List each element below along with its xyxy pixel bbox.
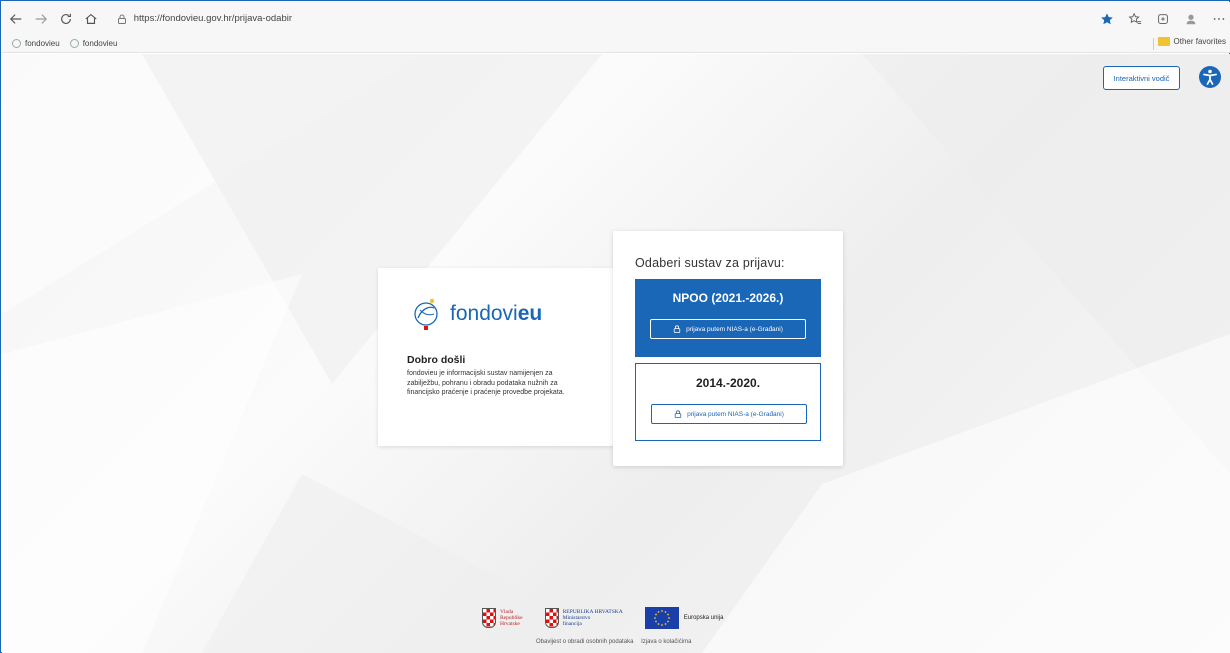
favorite-star-icon[interactable] (1096, 8, 1118, 30)
coat-of-arms-icon (544, 608, 559, 628)
globe-icon (69, 39, 79, 48)
browser-window: https://fondovieu.gov.hr/prijava-odabir … (0, 0, 1230, 653)
refresh-icon[interactable] (55, 8, 77, 30)
browser-toolbar: https://fondovieu.gov.hr/prijava-odabir (2, 2, 1230, 35)
interactive-guide-button[interactable]: Interaktivni vodič (1103, 66, 1180, 90)
profile-icon[interactable] (1180, 8, 1202, 30)
bookmarks-bar: fondovieu fondovieu Other favorites (2, 35, 1230, 53)
government-logo: Vlada Republike Hrvatske (482, 608, 523, 628)
bookmark-item[interactable]: fondovieu (69, 39, 117, 48)
collections-icon[interactable] (1152, 8, 1174, 30)
system-card-npoo: NPOO (2021.-2026.) prijava putem NIAS-a … (635, 279, 821, 357)
login-title: Odaberi sustav za prijavu: (635, 256, 785, 270)
more-menu-icon[interactable] (1208, 8, 1230, 30)
system-title: 2014.-2020. (695, 376, 761, 390)
welcome-title: Dobro došli (407, 354, 466, 366)
welcome-description: fondovieu je informacijski sustav namije… (407, 370, 565, 397)
fondovieu-logo: fondovieu (412, 296, 542, 332)
login-card: Odaberi sustav za prijavu: NPOO (2021.-2… (613, 231, 843, 466)
system-title: NPOO (2021.-2026.) (672, 291, 784, 305)
globe-icon (12, 39, 21, 48)
lock-icon (117, 14, 126, 24)
ministry-of-finance-logo: REPUBLIKA HRVATSKA Ministarstvo financij… (544, 608, 623, 628)
page-content: Interaktivni vodič fondovieu Dobro došli… (2, 54, 1230, 653)
address-bar[interactable]: https://fondovieu.gov.hr/prijava-odabir (110, 8, 1062, 30)
url-text: https://fondovieu.gov.hr/prijava-odabir (133, 13, 292, 24)
home-icon[interactable] (80, 8, 102, 30)
eu-logo: Europska unija (644, 607, 723, 629)
coat-of-arms-icon (482, 608, 496, 628)
lock-icon (674, 410, 682, 418)
nias-login-button[interactable]: prijava putem NIAS-a (e-Građani) (651, 404, 807, 424)
forward-arrow-icon[interactable] (30, 8, 52, 30)
back-arrow-icon[interactable] (5, 8, 27, 30)
other-favorites-folder[interactable]: Other favorites (1157, 37, 1226, 46)
nias-login-button[interactable]: prijava putem NIAS-a (e-Građani) (650, 319, 806, 339)
privacy-notice-link[interactable]: Obavijest o obradi osobnih podataka (536, 639, 633, 645)
bookmark-divider (1153, 38, 1154, 50)
welcome-card: fondovieu Dobro došli fondovieu je infor… (378, 268, 618, 446)
fondovieu-logo-icon (414, 298, 438, 330)
bookmark-item[interactable]: fondovieu (12, 39, 60, 48)
cookie-statement-link[interactable]: Izjava o kolačićima (641, 639, 691, 645)
eu-flag-icon (644, 607, 679, 629)
footer-links: Obavijest o obradi osobnih podataka Izja… (536, 639, 697, 645)
favorites-list-icon[interactable] (1124, 8, 1146, 30)
system-card-2014-2020: 2014.-2020. prijava putem NIAS-a (e-Građ… (635, 363, 821, 441)
footer-logos: Vlada Republike Hrvatske REPUBLIKA HRVAT… (482, 607, 745, 629)
folder-icon (1157, 37, 1170, 46)
accessibility-button[interactable] (1199, 66, 1221, 88)
accessibility-icon (1203, 69, 1217, 85)
lock-icon (673, 325, 681, 333)
